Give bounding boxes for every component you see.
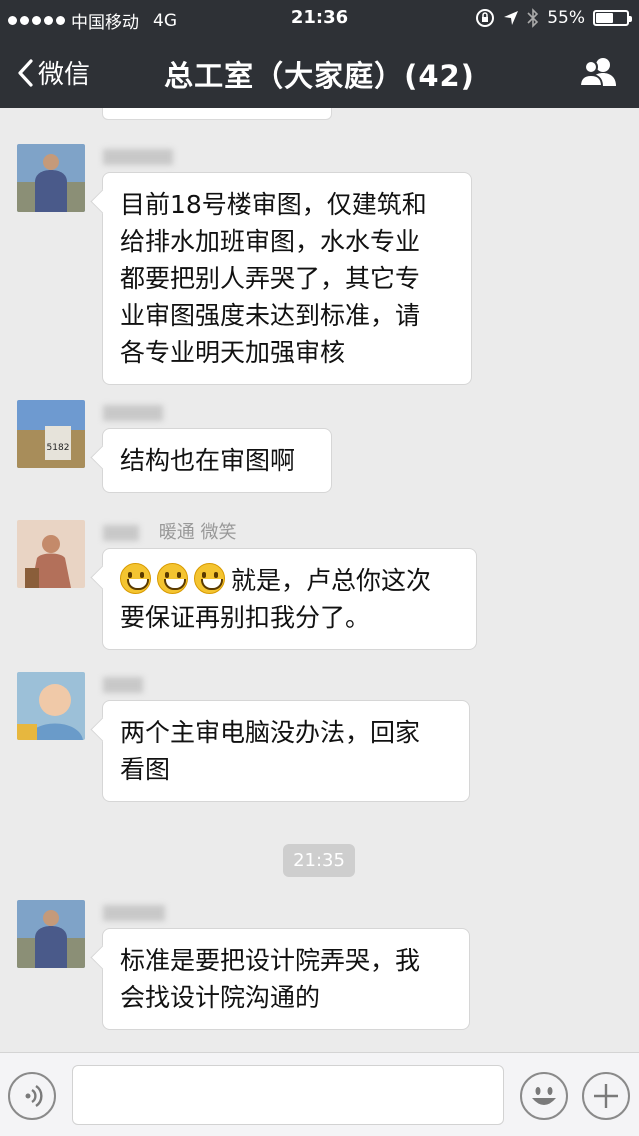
bluetooth-icon (527, 8, 539, 28)
group-members-button[interactable] (578, 56, 619, 92)
avatar-image: 5182 (17, 400, 85, 468)
message-line: 给排水加班审图，水水专业 (120, 227, 421, 256)
avatar[interactable] (17, 900, 85, 968)
avatar[interactable] (17, 672, 85, 740)
sender-label: 暖通 微笑 (158, 522, 237, 543)
nav-bar: 微信 总工室（大家庭）(42) (0, 36, 639, 108)
blurred-name (103, 149, 173, 165)
chat-title: 总工室（大家庭）(42) (164, 59, 475, 93)
message-line: 结构也在审图啊 (120, 446, 296, 475)
avatar-image (17, 144, 85, 212)
grin-emoji-icon (120, 563, 151, 594)
voice-icon (25, 1085, 43, 1107)
sender-name (103, 902, 165, 923)
sender-name (103, 674, 143, 695)
grin-emoji-icon (194, 563, 225, 594)
message-line: 两个主审电脑没办法，回家 (120, 718, 421, 747)
message-bubble[interactable]: 两个主审电脑没办法，回家 看图 (102, 700, 470, 802)
blurred-name (103, 525, 139, 541)
avatar-image (17, 672, 85, 740)
message-bubble[interactable]: 标准是要把设计院弄哭，我 会找设计院沟通的 (102, 928, 470, 1030)
battery-fill (596, 13, 613, 23)
previous-message-bubble (102, 108, 332, 120)
message-bubble[interactable]: 结构也在审图啊 (102, 428, 332, 493)
message-bubble[interactable]: 就是，卢总你这次 要保证再别扣我分了。 (102, 548, 477, 650)
more-button[interactable] (582, 1072, 630, 1120)
avatar-image (17, 520, 85, 588)
emoji-icon (532, 1087, 556, 1105)
message-line: 要保证再别扣我分了。 (120, 603, 371, 632)
blurred-name (103, 905, 165, 921)
top-bar: 中国移动 4G 21:36 55% 微信 总工室（大家庭）(42) (0, 0, 639, 108)
avatar[interactable]: 5182 (17, 400, 85, 468)
chat-area[interactable]: 目前18号楼审图，仅建筑和 给排水加班审图，水水专业 都要把别人弄哭了，其它专 … (0, 108, 639, 1052)
sender-name (103, 146, 173, 167)
svg-text:5182: 5182 (47, 443, 70, 453)
group-members-icon (578, 58, 616, 87)
timestamp-badge: 21:35 (283, 844, 355, 877)
message-line: 各专业明天加强审核 (120, 338, 346, 367)
status-bar: 中国移动 4G 21:36 55% (0, 0, 639, 36)
message-line: 看图 (120, 755, 171, 784)
location-icon (504, 11, 519, 25)
message-line: 就是，卢总你这次 (120, 562, 459, 599)
avatar[interactable] (17, 520, 85, 588)
input-bar (0, 1052, 639, 1136)
avatar[interactable] (17, 144, 85, 212)
message-line: 都要把别人弄哭了，其它专 (120, 264, 421, 293)
message-input[interactable] (72, 1065, 504, 1125)
battery-icon (593, 10, 632, 26)
message-line: 标准是要把设计院弄哭，我 (120, 946, 421, 975)
battery-label: 55% (547, 8, 585, 28)
avatar-image (17, 900, 85, 968)
emoji-button[interactable] (520, 1072, 568, 1120)
sender-name (103, 402, 163, 423)
grin-emoji-icon (157, 563, 188, 594)
message-text: 就是，卢总你这次 (231, 566, 432, 595)
voice-button[interactable] (8, 1072, 56, 1120)
blurred-name (103, 677, 143, 693)
status-right: 55% (475, 8, 632, 28)
blurred-name (103, 405, 163, 421)
rotation-lock-icon (476, 9, 495, 27)
message-line: 业审图强度未达到标准，请 (120, 301, 421, 330)
message-bubble[interactable]: 目前18号楼审图，仅建筑和 给排水加班审图，水水专业 都要把别人弄哭了，其它专 … (102, 172, 472, 385)
plus-icon (594, 1084, 618, 1108)
message-line: 目前18号楼审图，仅建筑和 (120, 190, 427, 219)
message-line: 会找设计院沟通的 (120, 983, 321, 1012)
sender-name: 暖通 微笑 (103, 518, 236, 544)
